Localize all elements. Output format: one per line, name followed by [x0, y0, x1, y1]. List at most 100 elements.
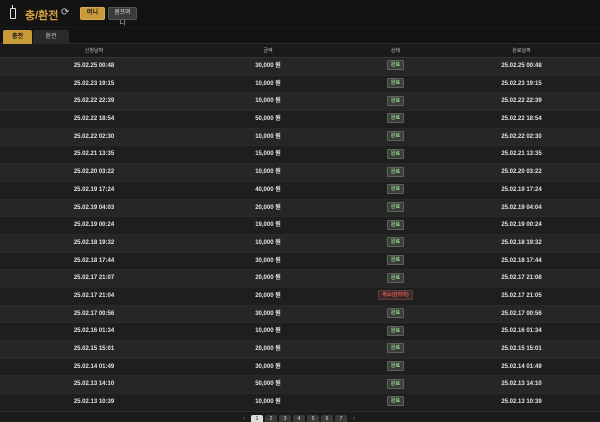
status-cell: 완료	[348, 323, 443, 340]
complete-date-cell: 25.02.17 21:05	[501, 292, 542, 299]
complete-date-cell: 25.02.13 10:39	[501, 399, 542, 406]
status-badge: 완료	[386, 325, 405, 336]
status-badge: 완료	[386, 201, 405, 212]
refresh-icon[interactable]: ⟳	[61, 7, 69, 18]
status-cell: 완료	[348, 359, 443, 376]
status-cell: 완료	[348, 58, 443, 75]
table-row: 25.02.17 00:56 30,000 원 완료 25.02.17 00:56	[0, 305, 600, 324]
column-complete-date: 완료날짜	[512, 48, 531, 54]
status-cell: 완료	[348, 200, 443, 217]
amount-cell: 10,000 원	[255, 98, 281, 105]
money-button[interactable]: 머니	[80, 7, 105, 20]
status-badge: 완료	[386, 343, 405, 354]
amount-cell: 40,000 원	[255, 186, 281, 193]
tab-withdraw[interactable]: 환전	[33, 30, 69, 44]
request-date-cell: 25.02.22 22:39	[73, 98, 115, 105]
table-row: 25.02.19 04:03 20,000 원 완료 25.02.19 04:04	[0, 199, 600, 218]
status-badge: 완료	[386, 78, 405, 89]
table-row: 25.02.21 13:35 15,000 원 완료 25.02.21 13:35	[0, 146, 600, 165]
complete-date-cell: 25.02.21 13:35	[501, 151, 542, 158]
complete-date-cell: 25.02.14 01:49	[501, 363, 542, 370]
table-row: 25.02.17 21:04 20,000 원 취소(관리자) 25.02.17 21…	[0, 287, 600, 306]
status-badge: 완료	[386, 254, 405, 265]
table-row: 25.02.20 03:22 10,000 원 완료 25.02.20 03:22	[0, 164, 600, 182]
column-amount: 금액	[263, 48, 273, 54]
tab-deposit[interactable]: 충전	[3, 30, 32, 44]
table-row: 25.02.13 14:10 50,000 원 완료 25.02.13 14:10	[0, 376, 600, 395]
table-row: 25.02.17 21:07 20,000 원 완료 25.02.17 21:08	[0, 270, 600, 288]
complete-date-cell: 25.02.22 18:54	[501, 116, 542, 123]
table-row: 25.02.16 01:34 10,000 원 완료 25.02.16 01:34	[0, 323, 600, 341]
request-date-cell: 25.02.21 13:35	[73, 151, 115, 158]
amount-cell: 15,000 원	[255, 151, 281, 158]
table-body: 25.02.25 00:48 30,000 원 완료 25.02.25 00:48 25…	[0, 58, 600, 412]
complete-date-cell: 25.02.18 19:32	[501, 239, 542, 246]
status-badge: 완료	[386, 148, 405, 159]
status-badge: 완료	[386, 396, 405, 407]
request-date-cell: 25.02.22 02:30	[73, 133, 115, 140]
request-date-cell: 25.02.17 21:04	[73, 292, 115, 299]
status-badge: 완료	[386, 95, 405, 106]
request-date-cell: 25.02.13 10:39	[73, 399, 115, 406]
amount-cell: 30,000 원	[255, 63, 281, 69]
complete-date-cell: 25.02.20 03:22	[501, 169, 542, 176]
complete-date-cell: 25.02.15 15:01	[501, 346, 542, 352]
page-button[interactable]: 4	[293, 415, 305, 422]
page-button[interactable]: 6	[321, 415, 333, 422]
status-badge: 취소(관리자)	[378, 290, 413, 301]
next-page-icon[interactable]: ›	[349, 415, 359, 422]
comp-money-button[interactable]: 콤프머니	[108, 7, 137, 27]
status-cell: 완료	[348, 235, 443, 252]
status-badge: 완료	[386, 113, 405, 124]
column-status: 상태	[390, 48, 401, 54]
wallet-icon	[10, 5, 16, 19]
column-request-date: 신청날짜	[84, 48, 104, 54]
amount-cell: 10,000 원	[255, 328, 281, 335]
page-button[interactable]: 2	[265, 415, 277, 422]
status-cell: 완료	[348, 270, 443, 287]
status-cell: 완료	[348, 129, 443, 146]
table-row: 25.02.15 15:01 20,000 원 완료 25.02.15 15:01	[0, 341, 600, 359]
table-row: 25.02.25 00:48 30,000 원 완료 25.02.25 00:48	[0, 58, 600, 76]
complete-date-cell: 25.02.19 17:24	[501, 186, 542, 193]
request-date-cell: 25.02.20 03:22	[73, 169, 115, 176]
request-date-cell: 25.02.13 14:10	[73, 381, 115, 388]
request-date-cell: 25.02.17 00:56	[73, 310, 115, 317]
table-header: 신청날짜 금액 상태 완료날짜	[0, 45, 600, 58]
amount-cell: 50,000 원	[255, 381, 281, 388]
request-date-cell: 25.02.17 21:07	[73, 275, 115, 282]
amount-cell: 20,000 원	[255, 346, 281, 352]
page-button[interactable]: 7	[335, 415, 347, 422]
complete-date-cell: 25.02.23 19:15	[501, 80, 542, 87]
status-cell: 완료	[348, 341, 443, 358]
request-date-cell: 25.02.19 00:24	[73, 222, 115, 229]
complete-date-cell: 25.02.13 14:10	[501, 381, 542, 388]
status-badge: 완료	[386, 272, 405, 283]
amount-cell: 10,000 원	[255, 169, 281, 176]
status-badge: 완료	[386, 237, 405, 248]
table-row: 25.02.22 02:30 10,000 원 완료 25.02.22 02:30	[0, 128, 600, 147]
page-button[interactable]: 3	[279, 415, 291, 422]
status-cell: 완료	[348, 217, 443, 234]
request-date-cell: 25.02.16 01:34	[73, 328, 115, 335]
table-row: 25.02.14 01:49 30,000 원 완료 25.02.14 01:49	[0, 358, 600, 377]
status-cell: 취소(관리자)	[348, 288, 443, 305]
status-cell: 완료	[348, 376, 443, 393]
page-button[interactable]: 5	[307, 415, 319, 422]
request-date-cell: 25.02.25 00:48	[73, 63, 115, 69]
status-cell: 완료	[348, 394, 443, 411]
complete-date-cell: 25.02.18 17:44	[501, 257, 542, 264]
request-date-cell: 25.02.14 01:49	[73, 363, 115, 370]
amount-cell: 30,000 원	[255, 363, 281, 370]
table-row: 25.02.19 17:24 40,000 원 완료 25.02.19 17:24	[0, 181, 600, 200]
status-badge: 완료	[386, 361, 405, 372]
prev-page-icon[interactable]: ‹	[239, 415, 249, 422]
status-badge: 완료	[386, 219, 405, 230]
page-button[interactable]: 1	[251, 415, 263, 422]
request-date-cell: 25.02.18 17:44	[73, 257, 115, 264]
status-cell: 완료	[348, 146, 443, 163]
table-row: 25.02.19 00:24 19,000 원 완료 25.02.19 00:24	[0, 217, 600, 235]
status-badge: 완료	[386, 166, 405, 177]
amount-cell: 30,000 원	[255, 257, 281, 264]
status-cell: 완료	[348, 306, 443, 323]
